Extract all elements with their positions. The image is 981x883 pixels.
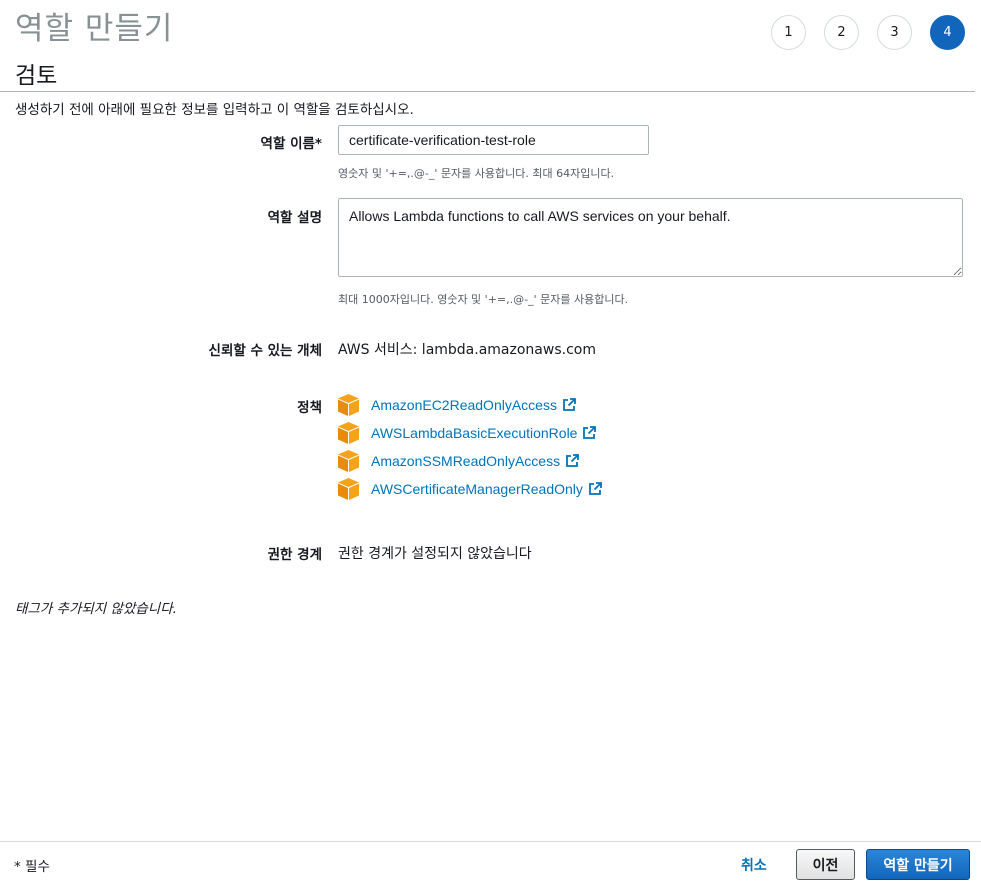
policy-item: AmazonSSMReadOnlyAccess xyxy=(338,449,579,473)
aws-policy-cube-icon xyxy=(338,394,359,416)
policies-label: 정책 xyxy=(297,400,322,416)
policy-item: AWSLambdaBasicExecutionRole xyxy=(338,421,597,445)
trusted-entity-label: 신뢰할 수 있는 개체 xyxy=(208,343,322,359)
aws-policy-cube-icon xyxy=(338,450,359,472)
section-description: 생성하기 전에 아래에 필요한 정보를 입력하고 이 역할을 검토하십시오. xyxy=(15,102,414,118)
role-description-textarea[interactable]: Allows Lambda functions to call AWS serv… xyxy=(338,198,963,277)
section-divider xyxy=(0,91,975,92)
footer-divider xyxy=(0,841,981,842)
step-3[interactable]: 3 xyxy=(877,15,912,50)
policy-item: AmazonEC2ReadOnlyAccess xyxy=(338,393,576,417)
previous-button[interactable]: 이전 xyxy=(796,849,855,880)
role-description-hint: 최대 1000자입니다. 영숫자 및 '+=,.@-_' 문자를 사용합니다. xyxy=(338,293,629,306)
external-link-icon[interactable] xyxy=(562,398,576,412)
step-1[interactable]: 1 xyxy=(771,15,806,50)
aws-policy-cube-icon xyxy=(338,478,359,500)
create-role-button[interactable]: 역할 만들기 xyxy=(866,849,970,880)
role-name-label: 역할 이름* xyxy=(260,136,322,152)
cancel-button[interactable]: 취소 xyxy=(741,855,767,875)
required-note: * 필수 xyxy=(14,859,50,875)
role-name-hint: 영숫자 및 '+=,.@-_' 문자를 사용합니다. 최대 64자입니다. xyxy=(338,167,615,180)
external-link-icon[interactable] xyxy=(588,482,602,496)
permissions-boundary-value: 권한 경계가 설정되지 않았습니다 xyxy=(338,546,532,562)
role-name-input[interactable] xyxy=(338,125,649,155)
wizard-steps: 1 2 3 4 xyxy=(771,15,965,50)
page-title: 역할 만들기 xyxy=(15,11,174,47)
external-link-icon[interactable] xyxy=(582,426,597,440)
policy-link[interactable]: AmazonEC2ReadOnlyAccess xyxy=(371,397,557,413)
external-link-icon[interactable] xyxy=(565,454,579,468)
section-title: 검토 xyxy=(15,63,58,89)
policy-item: AWSCertificateManagerReadOnly xyxy=(338,477,602,501)
policy-link[interactable]: AWSCertificateManagerReadOnly xyxy=(371,481,583,497)
step-2[interactable]: 2 xyxy=(824,15,859,50)
no-tags-note: 태그가 추가되지 않았습니다. xyxy=(15,601,177,617)
policy-link[interactable]: AWSLambdaBasicExecutionRole xyxy=(371,425,577,441)
aws-policy-cube-icon xyxy=(338,422,359,444)
trusted-entity-value: AWS 서비스: lambda.amazonaws.com xyxy=(338,342,596,358)
step-4-current: 4 xyxy=(930,15,965,50)
policy-link[interactable]: AmazonSSMReadOnlyAccess xyxy=(371,453,560,469)
role-description-label: 역할 설명 xyxy=(267,210,322,226)
permissions-boundary-label: 권한 경계 xyxy=(267,547,322,563)
